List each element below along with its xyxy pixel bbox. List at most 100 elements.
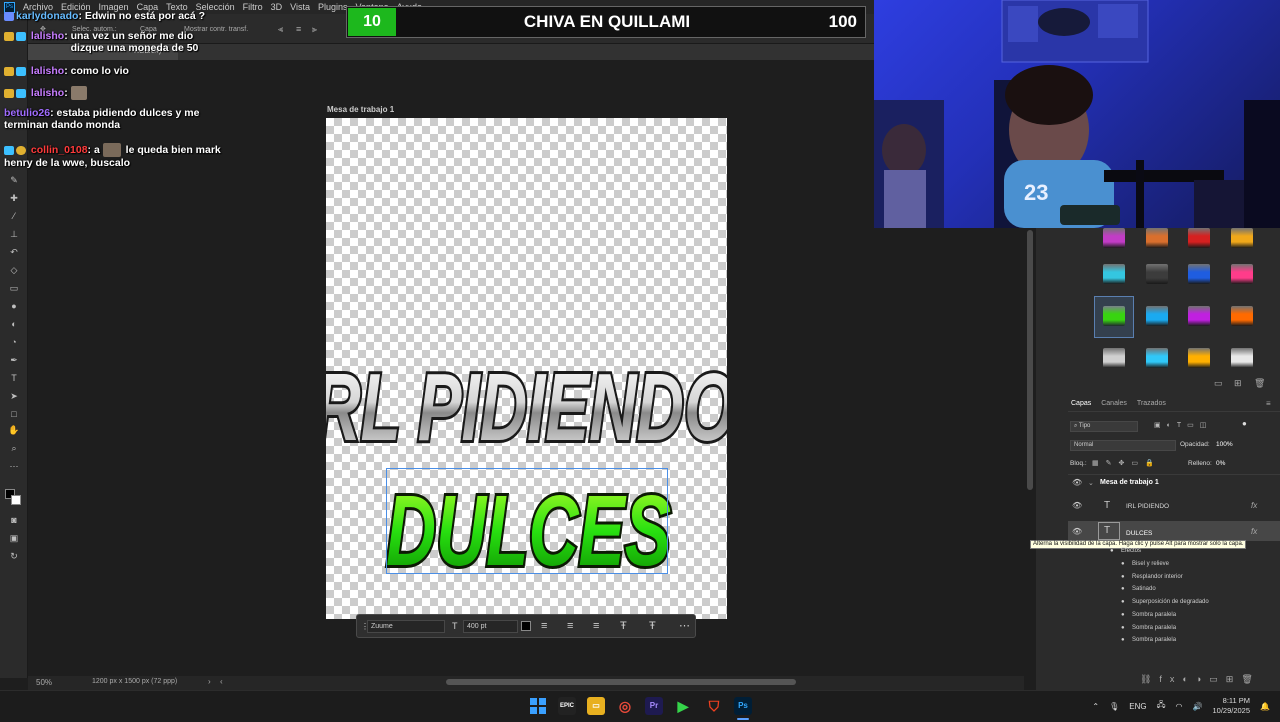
brush-tool-icon[interactable]: ⁄ [7,210,21,222]
chevron-right-icon[interactable]: › [208,677,211,686]
eye-icon[interactable]: 👁 [1072,478,1082,487]
more-options-icon[interactable]: ⋯ [679,619,690,632]
layer-filter-dropdown[interactable]: ⌕ Tipo [1070,421,1138,432]
vertical-scrollbar[interactable] [1027,230,1033,490]
font-size-dropdown[interactable]: 400 pt [463,620,518,633]
eye-icon[interactable]: 👁 [1072,527,1082,536]
layer-dulces[interactable]: DULCES [1126,530,1152,537]
gradient-tool-icon[interactable]: ▭ [7,282,21,294]
blur-tool-icon[interactable]: ● [7,300,21,312]
align-right-icon[interactable]: ≡ [593,620,599,632]
eye-icon[interactable]: ● [1121,561,1125,567]
style-swatch[interactable] [1103,348,1125,368]
folder-icon[interactable]: ▭ [587,697,605,715]
notification-bell-icon[interactable]: 🔔 [1260,702,1270,711]
horizontal-scrollbar[interactable] [446,679,796,685]
tab-trazados[interactable]: Trazados [1137,400,1166,407]
effect-item[interactable]: Satinado [1132,586,1156,592]
photoshop-icon[interactable]: Ps [734,697,752,715]
type-tool-icon[interactable]: T [7,372,21,384]
effect-item[interactable]: Bisel y relieve [1132,561,1169,567]
zoom-level[interactable]: 50% [36,678,52,687]
fx-icon[interactable]: fx [1251,527,1257,536]
background-color-swatch[interactable] [11,495,21,505]
wifi-icon[interactable]: ◠ [1176,702,1183,711]
eye-icon[interactable]: ● [1121,637,1125,643]
premiere-pro-icon[interactable]: Pr [645,697,663,715]
tab-capas[interactable]: Capas [1071,400,1091,407]
layers-footer-icons[interactable]: ⛓fx◐◑▭⊞🗑 [1140,674,1261,685]
tab-canales[interactable]: Canales [1101,400,1127,407]
blend-mode-dropdown[interactable]: Normal [1070,440,1176,451]
align-right-icon[interactable]: ⫸ [312,24,317,35]
style-swatch[interactable] [1231,228,1253,248]
effect-item[interactable]: Sombra paralela [1132,637,1176,643]
menu-plugins[interactable]: Plugins [318,2,348,12]
style-swatch[interactable] [1146,228,1168,248]
spot-heal-tool-icon[interactable]: ✚ [7,192,21,204]
effect-item[interactable]: Resplandor interior [1132,574,1183,580]
more-tools-icon[interactable]: ⋯ [7,460,21,472]
artboard-canvas[interactable]: IRL PIDIENDO DULCES [326,118,727,619]
pen-tool-icon[interactable]: ✒ [7,354,21,366]
filter-icons[interactable]: ▣◐T▭◫ [1154,421,1212,429]
microphone-icon[interactable]: 🎙 [1109,702,1119,711]
font-family-dropdown[interactable]: Zuume [367,620,445,633]
game-launcher-icon[interactable]: ▶ [674,697,692,715]
align-center-icon[interactable]: ≡ [567,620,573,632]
dodge-tool-icon[interactable]: ◐ [7,318,21,330]
eye-icon[interactable]: ● [1121,612,1125,618]
text-color-swatch[interactable] [521,621,531,631]
fx-icon[interactable]: fx [1251,501,1257,510]
quick-mask-icon[interactable]: ◙ [7,514,21,526]
align-left-icon[interactable]: ⫷ [278,24,283,35]
style-swatch[interactable] [1146,348,1168,368]
lock-icons[interactable]: ▦✎✥▭🔒 [1092,459,1161,467]
style-swatch[interactable] [1188,228,1210,248]
style-swatch[interactable] [1188,348,1210,368]
clock[interactable]: 8:11 PM 10/29/2025 [1212,696,1250,716]
stamp-tool-icon[interactable]: ⊥ [7,228,21,240]
network-icon[interactable]: 🖧 [1157,699,1166,713]
style-swatch[interactable] [1188,264,1210,284]
layer-irl-pidiendo[interactable]: IRL PIDIENDO [1126,503,1169,510]
history-brush-tool-icon[interactable]: ↶ [7,246,21,258]
rectangle-tool-icon[interactable]: □ [7,408,21,420]
eye-icon[interactable]: ● [1110,548,1114,554]
filter-toggle-icon[interactable]: ● [1242,419,1247,428]
zoom-tool-icon[interactable]: ⌕ [7,442,21,454]
eye-icon[interactable]: ● [1121,574,1125,580]
text-transform-icon[interactable]: Ŧ [620,620,627,632]
align-left-icon[interactable]: ≡ [541,620,547,632]
chevron-up-icon[interactable]: ⌃ [1092,702,1099,711]
chevron-down-icon[interactable]: ⌄ [1088,479,1094,487]
style-swatch[interactable] [1231,264,1253,284]
style-swatch[interactable] [1188,306,1210,326]
menu-3d[interactable]: 3D [271,2,283,12]
style-swatch[interactable] [1103,264,1125,284]
screen-mode-icon[interactable]: ▣ [7,532,21,544]
new-style-icon[interactable]: ⊞ [1234,378,1242,389]
hand-tool-icon[interactable]: ✋ [7,424,21,436]
menu-vista[interactable]: Vista [290,2,310,12]
selection-bounding-box[interactable] [386,468,668,574]
chevron-left-icon[interactable]: ‹ [220,677,223,686]
fill-value[interactable]: 0% [1216,460,1225,467]
style-swatch[interactable] [1146,264,1168,284]
menu-filtro[interactable]: Filtro [243,2,263,12]
language-indicator[interactable]: ENG [1129,702,1146,711]
volume-icon[interactable]: 🔊 [1193,702,1203,711]
style-swatch[interactable] [1231,348,1253,368]
trash-icon[interactable]: 🗑 [1254,378,1265,389]
eye-icon[interactable]: ● [1121,625,1125,631]
effect-item[interactable]: Sombra paralela [1132,625,1176,631]
eraser-tool-icon[interactable]: ◇ [7,264,21,276]
effect-item[interactable]: Superposición de degradado [1132,599,1209,605]
eye-icon[interactable]: ● [1121,599,1125,605]
eye-icon[interactable]: 👁 [1072,501,1082,510]
opacity-value[interactable]: 100% [1216,441,1233,448]
eye-icon[interactable]: ● [1121,586,1125,592]
style-swatch[interactable] [1103,228,1125,248]
effect-item[interactable]: Sombra paralela [1132,612,1176,618]
panel-menu-icon[interactable]: ≡ [1266,399,1271,408]
